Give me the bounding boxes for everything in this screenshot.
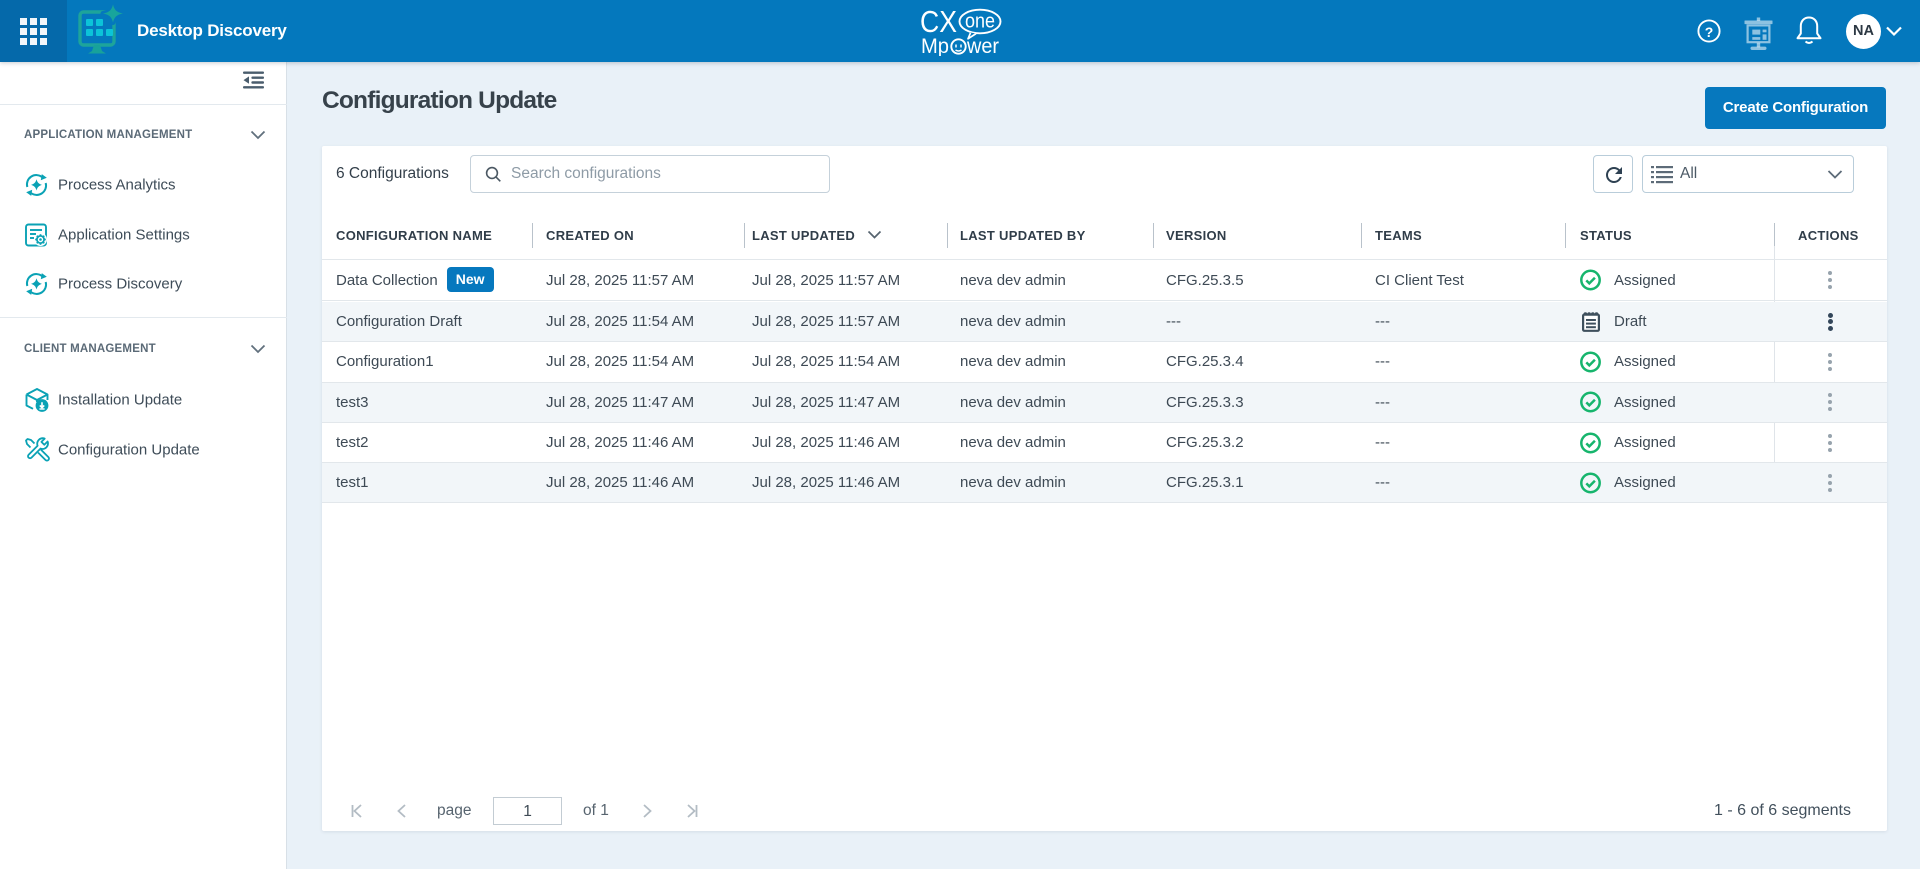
svg-text:wer: wer — [966, 35, 999, 56]
svg-text:one: one — [965, 11, 995, 33]
svg-text:?: ? — [1705, 24, 1714, 40]
svg-text:Mp: Mp — [921, 35, 949, 56]
